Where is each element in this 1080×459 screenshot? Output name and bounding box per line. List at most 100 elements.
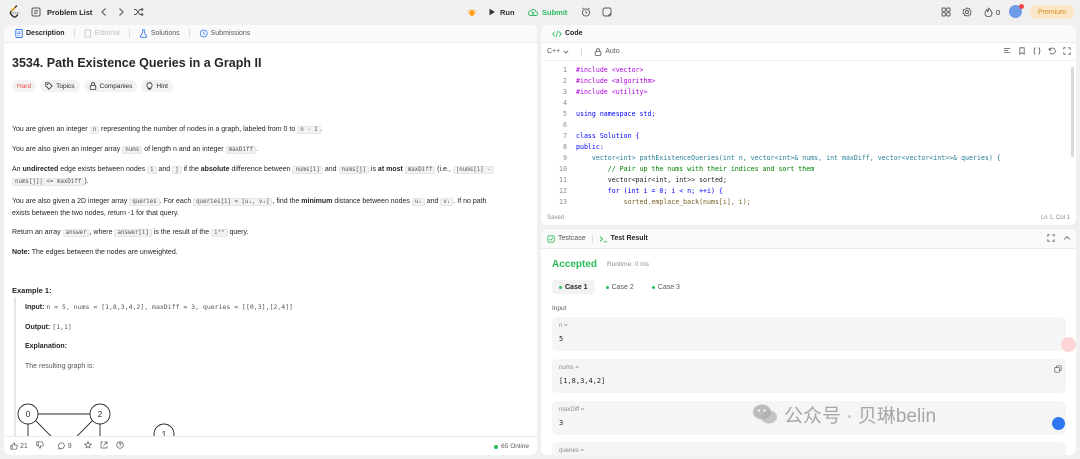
timer-icon[interactable] — [580, 6, 592, 18]
collapse-chevron-icon[interactable] — [1063, 234, 1071, 244]
problem-title[interactable]: 3534. Path Existence Queries in a Graph … — [12, 56, 261, 70]
prev-problem-icon[interactable] — [98, 6, 110, 18]
text: Return an array — [12, 229, 61, 236]
copy-icon[interactable] — [1054, 365, 1062, 373]
inline-code: n - 1 — [297, 126, 321, 134]
example-title: Example 1: — [12, 286, 52, 295]
share-button[interactable] — [100, 441, 108, 451]
bookmark-icon[interactable] — [1018, 47, 1026, 57]
field-name: maxDiff = — [559, 407, 585, 413]
text: . — [256, 146, 258, 153]
settings-gear-icon[interactable] — [961, 6, 973, 18]
tab-description[interactable]: Description — [10, 25, 70, 43]
node-label-0: 0 — [26, 410, 31, 419]
line-text: vector<pair<int, int>> sorted; — [576, 176, 727, 184]
document-icon — [15, 29, 23, 38]
problem-tags: Hard Topics Companies Hint — [12, 80, 173, 92]
bold-text: undirected — [22, 166, 59, 173]
problem-list-link[interactable]: Problem List — [30, 6, 92, 18]
field-value[interactable]: 3 — [559, 419, 563, 427]
tab-editorial[interactable]: Editorial — [79, 25, 125, 43]
streak-counter[interactable]: 0 — [982, 6, 1000, 18]
tab-solutions[interactable]: Solutions — [134, 25, 185, 43]
line-text: using namespace std; — [576, 110, 656, 118]
tab-divider — [591, 234, 593, 243]
tab-divider — [128, 29, 130, 38]
problem-content: 3534. Path Existence Queries in a Graph … — [4, 44, 537, 436]
history-icon — [199, 29, 208, 38]
graph-edge — [76, 420, 93, 436]
inline-code: answer[i] — [114, 229, 152, 237]
layout-grid-icon[interactable] — [940, 6, 952, 18]
code-scrollbar[interactable] — [1071, 67, 1074, 157]
next-problem-icon[interactable] — [115, 6, 127, 18]
case-tab-2[interactable]: Case 2 — [599, 280, 641, 294]
comment-icon — [58, 442, 65, 450]
input-field-queries: queries = — [552, 442, 1066, 455]
field-value[interactable]: [1,8,3,4,2] — [559, 377, 605, 385]
expand-icon[interactable] — [1047, 234, 1055, 244]
shuffle-icon[interactable] — [132, 6, 144, 18]
inline-code: nums[j]| <= maxDiff — [12, 178, 85, 186]
floating-avatar-icon[interactable] — [1061, 337, 1076, 352]
chevron-down-icon — [563, 50, 569, 54]
description-paragraph-1: You are given an integer n representing … — [12, 124, 522, 136]
tab-testcase[interactable]: Testcase — [547, 234, 586, 243]
thumbs-down-icon — [36, 441, 44, 449]
reset-icon[interactable] — [1048, 47, 1056, 57]
like-button[interactable]: 21 — [10, 442, 28, 450]
hint-chip[interactable]: Hint — [141, 80, 173, 92]
code-line: 12 for (int i = 0; i < n; ++i) { — [541, 186, 1076, 197]
code-line: 11 vector<pair<int, int>> sorted; — [541, 175, 1076, 186]
tab-divider — [73, 29, 75, 38]
pass-dot — [605, 285, 609, 289]
tab-submissions[interactable]: Submissions — [194, 25, 256, 43]
leetcode-logo[interactable] — [8, 5, 22, 19]
text: . For each — [159, 198, 192, 205]
fullscreen-icon[interactable] — [1063, 47, 1071, 57]
text: edge exists between nodes — [60, 166, 146, 173]
problem-list-label: Problem List — [47, 7, 93, 17]
field-value[interactable]: 5 — [559, 335, 563, 343]
comments-button[interactable]: 9 — [58, 442, 72, 450]
braces-icon[interactable] — [1033, 47, 1041, 57]
case-tab-1[interactable]: Case 1 — [552, 280, 595, 294]
notes-icon[interactable] — [601, 6, 613, 18]
language-select[interactable]: C++ — [547, 48, 569, 55]
line-number: 10 — [559, 165, 567, 173]
description-panel: Description Editorial Solutions Submissi… — [4, 25, 537, 455]
node-label-2: 2 — [98, 410, 103, 419]
dislike-button[interactable] — [36, 441, 44, 451]
format-icon[interactable] — [1003, 47, 1011, 57]
companies-chip[interactable]: Companies — [83, 80, 138, 92]
case-tab-3[interactable]: Case 3 — [645, 280, 687, 294]
description-paragraph-4: You are also given a 2D integer array qu… — [12, 196, 522, 219]
input-field-nums: nums = [1,8,3,4,2] — [552, 359, 1066, 393]
autocomplete-toggle[interactable]: Auto — [594, 47, 620, 56]
premium-button[interactable]: Premium — [1030, 5, 1074, 19]
help-button[interactable] — [116, 441, 124, 451]
debug-icon[interactable] — [466, 6, 478, 18]
submit-button[interactable]: Submit — [522, 4, 573, 20]
star-icon — [83, 440, 92, 449]
thumbs-up-icon — [10, 442, 18, 450]
floating-help-icon[interactable] — [1052, 417, 1065, 430]
topics-chip[interactable]: Topics — [40, 80, 80, 92]
tab-code[interactable]: Code — [547, 25, 588, 43]
input-label: Input: — [25, 304, 45, 311]
toolbar-divider — [581, 47, 583, 56]
tab-test-result[interactable]: Test Result — [599, 235, 648, 243]
like-count: 21 — [20, 442, 28, 450]
lightbulb-icon — [146, 82, 153, 90]
favorite-button[interactable] — [83, 440, 92, 451]
note-paragraph: Note: The edges between the nodes are un… — [12, 247, 522, 258]
case-label: Case 3 — [657, 283, 680, 291]
run-button[interactable]: Run — [482, 4, 521, 20]
description-paragraph-5: Return an array answer, where answer[i] … — [12, 227, 522, 239]
avatar[interactable] — [1009, 4, 1024, 18]
code-line: 3 #include <utility> — [541, 87, 1076, 98]
code-panel: Code C++ Auto 1#include <vector> 2#inc — [541, 25, 1076, 225]
description-paragraph-3: An undirected edge exists between nodes … — [12, 164, 522, 188]
code-line: 2 #include <algorithm> — [541, 76, 1076, 87]
notification-dot — [1019, 4, 1024, 9]
